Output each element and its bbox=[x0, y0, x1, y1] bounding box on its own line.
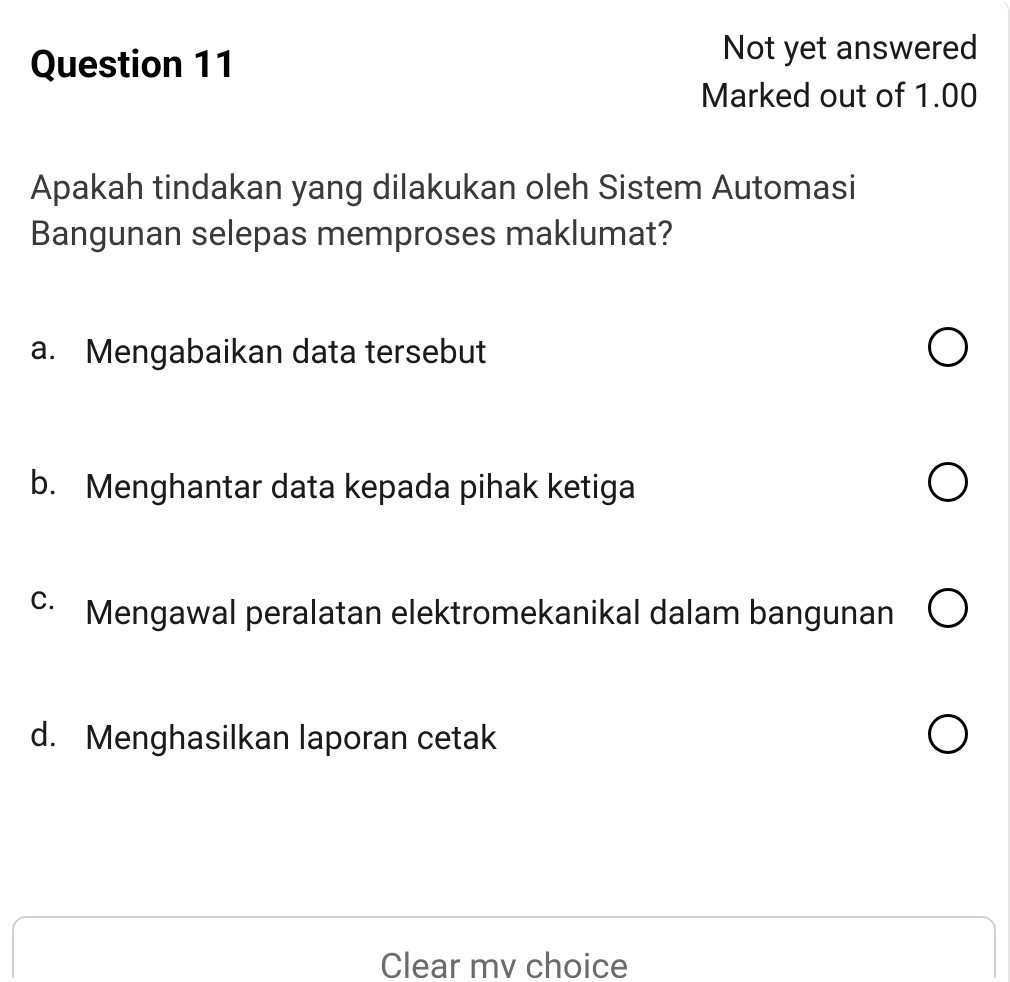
radio-icon[interactable] bbox=[928, 588, 968, 628]
option-c[interactable]: c. Mengawal peralatan elektromekanikal d… bbox=[30, 567, 978, 648]
option-letter: a. bbox=[30, 317, 85, 368]
clear-choice-button[interactable]: Clear my choice bbox=[12, 916, 996, 978]
option-letter: b. bbox=[30, 452, 85, 503]
question-text: Apakah tindakan yang dilakukan oleh Sist… bbox=[30, 166, 978, 258]
radio-icon[interactable] bbox=[928, 462, 968, 502]
clear-button-wrapper: Clear my choice bbox=[12, 916, 996, 982]
option-d[interactable]: d. Menghasilkan laporan cetak bbox=[30, 704, 978, 764]
option-text: Menghasilkan laporan cetak bbox=[85, 705, 928, 762]
status-marked-out: Marked out of 1.00 bbox=[701, 73, 978, 121]
radio-icon[interactable] bbox=[928, 327, 968, 367]
option-a[interactable]: a. Mengabaikan data tersebut bbox=[30, 317, 978, 377]
option-letter: c. bbox=[30, 567, 85, 618]
question-number: Question 11 bbox=[30, 25, 236, 87]
status-not-answered: Not yet answered bbox=[701, 25, 978, 73]
radio-icon[interactable] bbox=[928, 714, 968, 754]
option-text: Menghantar data kepada pihak ketiga bbox=[85, 454, 928, 511]
option-text: Mengawal peralatan elektromekanikal dala… bbox=[85, 567, 928, 648]
question-header: Question 11 Not yet answered Marked out … bbox=[30, 25, 978, 121]
option-text: Mengabaikan data tersebut bbox=[85, 319, 928, 376]
question-status: Not yet answered Marked out of 1.00 bbox=[701, 25, 978, 121]
question-card: Question 11 Not yet answered Marked out … bbox=[0, 0, 1010, 982]
option-b[interactable]: b. Menghantar data kepada pihak ketiga bbox=[30, 452, 978, 512]
option-letter: d. bbox=[30, 704, 85, 755]
options-list: a. Mengabaikan data tersebut b. Menghant… bbox=[30, 317, 978, 813]
